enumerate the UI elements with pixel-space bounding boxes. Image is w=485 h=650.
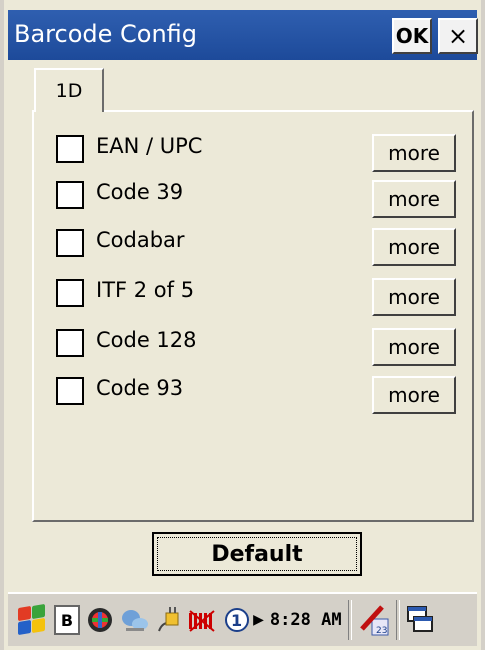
screen: Barcode Config OK × 1D EAN / UPC more Co…	[0, 0, 485, 650]
signal-icon[interactable]	[188, 607, 218, 633]
tab-1d[interactable]: 1D	[34, 68, 104, 112]
ok-button[interactable]: OK	[392, 18, 432, 54]
switch-window-icon[interactable]	[406, 605, 434, 635]
default-button[interactable]: Default	[152, 532, 362, 576]
more-button-code-128[interactable]: more	[372, 328, 456, 366]
svg-text:23: 23	[376, 626, 387, 636]
more-button-codabar[interactable]: more	[372, 228, 456, 266]
option-row: Code 39 more	[56, 176, 456, 218]
separator	[347, 600, 352, 640]
checkbox-code-39[interactable]	[56, 181, 84, 209]
option-label: Code 128	[96, 328, 197, 352]
more-button-itf-2-of-5[interactable]: more	[372, 278, 456, 316]
option-label: Code 93	[96, 376, 184, 400]
connection-icon[interactable]	[120, 606, 150, 634]
arrow-right-icon[interactable]: ▶	[253, 612, 264, 628]
option-row: Code 128 more	[56, 324, 456, 366]
checkbox-itf-2-of-5[interactable]	[56, 279, 84, 307]
checkbox-codabar[interactable]	[56, 229, 84, 257]
network-icon[interactable]	[86, 606, 114, 634]
checkbox-ean-upc[interactable]	[56, 135, 84, 163]
more-button-ean-upc[interactable]: more	[372, 134, 456, 172]
page-indicator-number: 1	[231, 610, 243, 630]
option-row: Codabar more	[56, 224, 456, 266]
input-panel-icon[interactable]: 23	[358, 603, 390, 637]
option-label: Codabar	[96, 228, 185, 252]
default-button-label: Default	[211, 541, 303, 567]
option-row: Code 93 more	[56, 372, 456, 414]
more-button-code-39[interactable]: more	[372, 180, 456, 218]
windows-start-icon[interactable]	[14, 603, 48, 637]
checkbox-code-128[interactable]	[56, 329, 84, 357]
option-row: ITF 2 of 5 more	[56, 274, 456, 316]
clock[interactable]: 8:28 AM	[270, 610, 342, 630]
separator	[395, 600, 400, 640]
checkbox-code-93[interactable]	[56, 377, 84, 405]
option-label: ITF 2 of 5	[96, 278, 195, 302]
option-label: EAN / UPC	[96, 134, 203, 158]
taskbar: B 1 ▶ 8:28 AM 23	[8, 592, 477, 646]
option-row: EAN / UPC more	[56, 130, 456, 172]
title-bar: Barcode Config OK ×	[8, 10, 478, 60]
close-button[interactable]: ×	[438, 18, 478, 54]
input-mode-icon[interactable]: B	[54, 605, 80, 635]
more-button-code-93[interactable]: more	[372, 376, 456, 414]
window-title: Barcode Config	[14, 20, 198, 48]
option-label: Code 39	[96, 180, 184, 204]
power-plug-icon[interactable]	[156, 605, 182, 635]
